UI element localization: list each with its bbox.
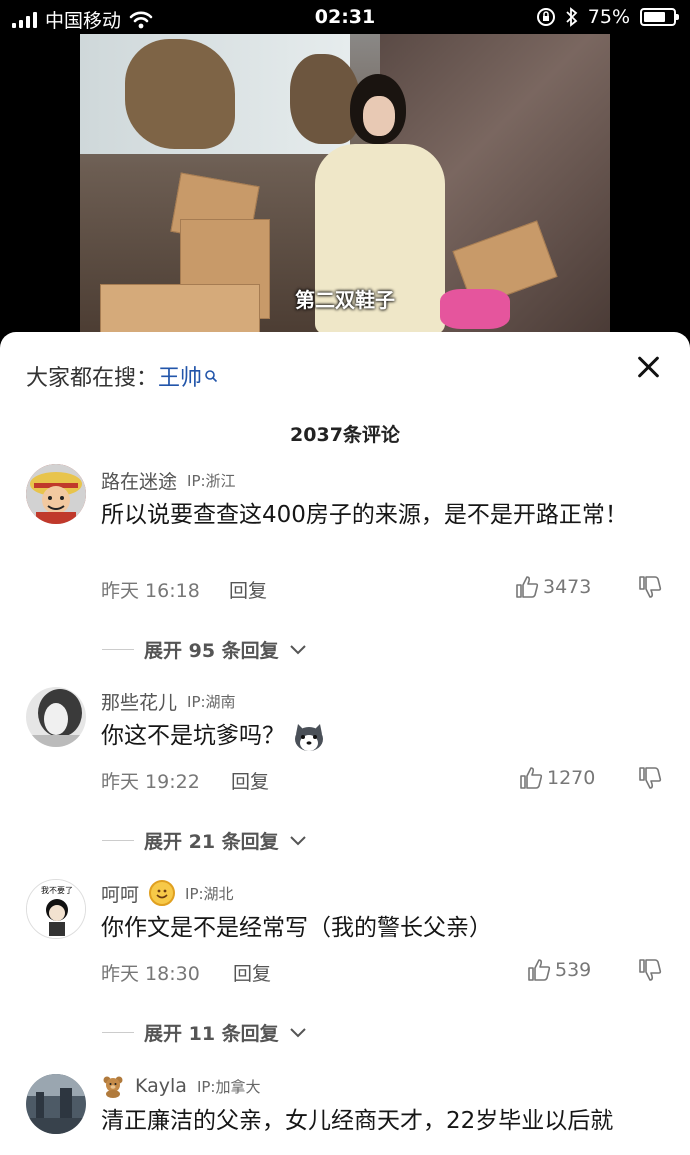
thumbs-up-icon bbox=[520, 767, 543, 789]
bluetooth-icon bbox=[566, 7, 578, 27]
expand-replies-label: 展开 21 条回复 bbox=[144, 831, 279, 853]
avatar[interactable] bbox=[26, 687, 86, 747]
dislike-button[interactable] bbox=[638, 576, 662, 603]
like-button[interactable]: 1270 bbox=[519, 767, 595, 789]
search-term-link[interactable]: 王帅 bbox=[158, 360, 218, 392]
dislike-button[interactable] bbox=[638, 767, 662, 794]
thumbs-up-icon bbox=[516, 576, 539, 598]
comment-sheet: 大家都在搜： 王帅 2037条评论 路在迷途 IP:浙江 所以说要查查这400房… bbox=[0, 332, 690, 1155]
avatar[interactable] bbox=[26, 464, 86, 524]
ip-location: IP:湖北 bbox=[185, 884, 234, 903]
ip-location: IP:浙江 bbox=[187, 471, 236, 490]
thumbs-down-icon bbox=[639, 767, 662, 789]
battery-percent: 75% bbox=[587, 6, 630, 28]
like-count: 539 bbox=[555, 959, 592, 981]
username[interactable]: Kayla bbox=[135, 1075, 187, 1097]
avatar[interactable] bbox=[26, 1074, 86, 1134]
reply-button[interactable]: 回复 bbox=[231, 767, 269, 794]
thumbs-down-icon bbox=[639, 576, 662, 598]
chevron-down-icon bbox=[289, 835, 306, 845]
comment-time: 昨天 19:22 bbox=[101, 771, 200, 793]
ip-location: IP:湖南 bbox=[187, 692, 236, 711]
comment-time: 昨天 18:30 bbox=[101, 963, 200, 985]
search-suggestion: 大家都在搜： 王帅 bbox=[26, 360, 218, 392]
like-button[interactable]: 539 bbox=[527, 959, 591, 981]
ip-location: IP:加拿大 bbox=[196, 1077, 261, 1096]
search-prefix: 大家都在搜： bbox=[26, 366, 159, 391]
video-subtitle: 第二双鞋子 bbox=[295, 288, 395, 312]
comment-time: 昨天 16:18 bbox=[101, 580, 200, 602]
username[interactable]: 那些花儿 bbox=[101, 688, 177, 715]
expand-replies-button[interactable]: 展开 95 条回复 bbox=[102, 636, 307, 663]
reply-button[interactable]: 回复 bbox=[229, 576, 267, 603]
like-count: 3473 bbox=[543, 576, 592, 598]
comment-line: 你这不是坑爹吗？ bbox=[101, 719, 666, 753]
battery-icon bbox=[640, 8, 679, 26]
comment-text: 清正廉洁的父亲，女儿经商天才，22岁毕业以后就 bbox=[101, 1108, 614, 1134]
status-bar: 中国移动 02:31 75% bbox=[0, 0, 690, 34]
teddy-bear-emoji-icon bbox=[103, 1076, 123, 1098]
reply-button[interactable]: 回复 bbox=[233, 959, 271, 986]
expand-replies-button[interactable]: 展开 11 条回复 bbox=[102, 1019, 307, 1046]
username[interactable]: 呵呵 bbox=[101, 880, 139, 907]
comment-text: 所以说要查查这400房子的来源，是不是开路正常！ bbox=[101, 502, 628, 528]
username[interactable]: 路在迷途 bbox=[101, 467, 177, 494]
chevron-down-icon bbox=[289, 1027, 306, 1037]
search-icon bbox=[205, 370, 218, 383]
orientation-lock-icon bbox=[536, 8, 555, 26]
comment-text: 你作文是不是经常写（我的警长父亲） bbox=[101, 915, 492, 941]
expand-replies-label: 展开 11 条回复 bbox=[144, 1023, 279, 1045]
video-player[interactable]: 第二双鞋子 bbox=[80, 34, 610, 334]
comment-count: 2037条评论 bbox=[290, 424, 400, 446]
thumbs-up-icon bbox=[528, 959, 551, 981]
avatar[interactable]: 我不要了 bbox=[26, 879, 86, 939]
close-button[interactable] bbox=[636, 354, 662, 380]
comment-text: 你这不是坑爹吗？ bbox=[101, 723, 285, 749]
like-button[interactable]: 3473 bbox=[515, 576, 591, 598]
like-count: 1270 bbox=[547, 767, 596, 789]
expand-replies-label: 展开 95 条回复 bbox=[144, 640, 279, 662]
search-term-text: 王帅 bbox=[158, 366, 203, 391]
husky-emoji-icon bbox=[295, 723, 324, 751]
expand-replies-button[interactable]: 展开 21 条回复 bbox=[102, 827, 307, 854]
smile-emoji-icon bbox=[149, 880, 176, 906]
dislike-button[interactable] bbox=[638, 959, 662, 986]
thumbs-down-icon bbox=[639, 959, 662, 981]
chevron-down-icon bbox=[289, 644, 306, 654]
avatar-badge-text: 我不要了 bbox=[41, 885, 73, 895]
